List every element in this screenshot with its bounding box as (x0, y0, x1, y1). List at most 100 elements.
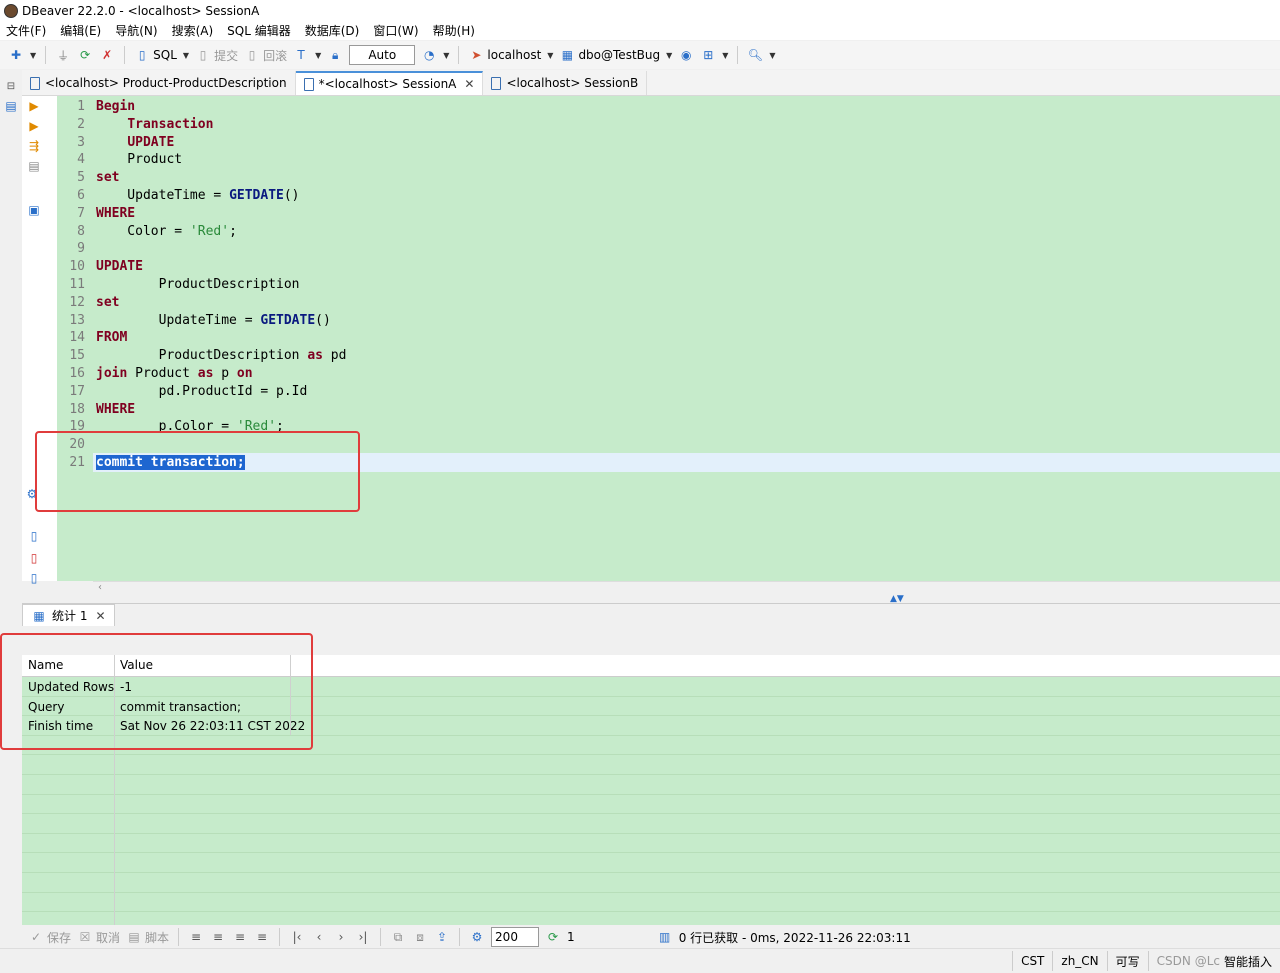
line-number: 9 (77, 241, 85, 257)
horizontal-scrollbar[interactable]: ‹ (93, 581, 1280, 595)
next-page-icon[interactable]: › (333, 929, 349, 945)
menu-edit[interactable]: 编辑(E) (60, 22, 101, 39)
save-script-icon[interactable]: ▯ (26, 570, 42, 586)
code-token: on (236, 366, 253, 381)
database-tasks-icon[interactable]: ⊞ (700, 47, 716, 63)
menu-file[interactable]: 文件(F) (6, 22, 46, 39)
menu-window[interactable]: 窗口(W) (373, 22, 418, 39)
rollback-button[interactable]: ▯ 回滚 (244, 47, 287, 64)
table-row[interactable] (22, 775, 1280, 795)
explain-plan-icon[interactable]: ▤ (26, 158, 42, 174)
script-button[interactable]: ▤ 脚本 (126, 929, 169, 946)
code-token: pd.ProductId = p.Id (96, 383, 308, 399)
fetch-settings-gear-icon[interactable]: ⚙ (469, 929, 485, 945)
code-line: UPDATE (96, 258, 143, 276)
transaction-mode-dropdown-icon[interactable]: ▼ (315, 51, 321, 60)
history-icon[interactable]: ◔ (421, 47, 437, 63)
transaction-mode-icon[interactable]: T (293, 47, 309, 63)
scroll-left-icon[interactable]: ‹ (98, 582, 102, 593)
code-token: Color = (96, 223, 190, 239)
code-line: pd.ProductId = p.Id (96, 383, 308, 401)
fetch-size-input[interactable]: 200 (491, 927, 540, 947)
export-data-icon[interactable]: ⇪ (434, 929, 450, 945)
editor-tab-bar: <localhost> Product-ProductDescription *… (22, 70, 1280, 96)
table-row[interactable] (22, 755, 1280, 775)
tab-product-productdescription[interactable]: <localhost> Product-ProductDescription (22, 71, 296, 95)
sql-script-icon (30, 76, 40, 90)
last-page-icon[interactable]: ›| (355, 929, 371, 945)
schema-dropdown-icon[interactable]: ▼ (666, 51, 672, 60)
terminal-icon[interactable]: ▣ (26, 202, 42, 218)
code-token: Begin (96, 99, 136, 114)
timezone: CST (1012, 951, 1052, 971)
connection-dropdown-icon[interactable]: ▼ (547, 51, 553, 60)
table-row[interactable] (22, 795, 1280, 815)
table-row[interactable] (22, 873, 1280, 893)
line-number: 4 (77, 152, 85, 168)
connect-icon[interactable]: ⏚ (55, 47, 71, 63)
commit-icon: ▯ (199, 48, 207, 62)
results-toolbar: ✓ 保存 ☒ 取消 ▤ 脚本 ≡ ≡ ≡ ≡ |‹ ‹ › ›| ⧉ ⧈ ⇪ ⚙… (22, 926, 1280, 948)
close-icon[interactable]: ✕ (95, 609, 105, 623)
table-row[interactable] (22, 834, 1280, 854)
export-icon[interactable]: ▯ (26, 528, 42, 544)
code-token: Transaction (127, 116, 214, 132)
tab-sessionb[interactable]: <localhost> SessionB (483, 71, 648, 95)
fetch-next-icon[interactable]: ⧉ (390, 929, 406, 945)
sql-dropdown-icon[interactable]: ▼ (183, 51, 189, 60)
code-line: UPDATE (96, 134, 174, 152)
execute-in-new-tab-icon[interactable]: ▶ (26, 118, 42, 134)
disconnect-icon[interactable]: ✗ (99, 47, 115, 63)
first-page-icon[interactable]: |‹ (289, 929, 305, 945)
panel-splitter[interactable]: ▲▼ (22, 594, 1280, 604)
active-schema-selector[interactable]: ▦ dbo@TestBug (559, 47, 660, 63)
restore-icon[interactable]: ⊟ (3, 78, 19, 94)
tab-sessiona[interactable]: *<localhost> SessionA ✕ (295, 71, 484, 95)
edit-cell-icon[interactable]: ≡ (188, 929, 204, 945)
code-token: () (283, 188, 300, 203)
search-dropdown-icon[interactable]: ▼ (769, 51, 775, 60)
table-row[interactable] (22, 893, 1280, 913)
load-script-icon[interactable]: ▯ (26, 550, 42, 566)
sql-script-icon: ▯ (138, 48, 146, 62)
execute-statement-icon[interactable]: ▶ (26, 98, 42, 114)
fetch-all-icon[interactable]: ⧈ (412, 929, 428, 945)
search-icon[interactable]: 🔍︎ (747, 47, 763, 63)
new-connection-icon[interactable]: ✚ (8, 47, 24, 63)
copy-row-icon[interactable]: ≡ (232, 929, 248, 945)
auto-commit-box[interactable]: Auto (349, 45, 416, 65)
tasks-dropdown-icon[interactable]: ▼ (722, 51, 728, 60)
line-number: 10 (69, 259, 85, 275)
invalidate-reconnect-icon[interactable]: ⟳ (77, 47, 93, 63)
delete-row-icon[interactable]: ≡ (254, 929, 270, 945)
history-dropdown-icon[interactable]: ▼ (443, 51, 449, 60)
dashboard-icon[interactable]: ◉ (678, 47, 694, 63)
table-row[interactable] (22, 853, 1280, 873)
navigator-icon[interactable]: ▤ (3, 98, 19, 114)
new-connection-dropdown-icon[interactable]: ▼ (30, 51, 36, 60)
fetch-status-icon: ▥ (659, 930, 671, 944)
active-connection-selector[interactable]: ➤ localhost (468, 47, 541, 63)
menu-search[interactable]: 搜索(A) (172, 22, 214, 39)
main-toolbar: ✚ ▼ ⏚ ⟳ ✗ ▯ SQL ▼ ▯ 提交 ▯ 回滚 T ▼ 🔒︎ Auto … (0, 41, 1280, 69)
sql-editor-button[interactable]: ▯ SQL (134, 47, 177, 63)
menu-navigate[interactable]: 导航(N) (115, 22, 157, 39)
menu-database[interactable]: 数据库(D) (305, 22, 360, 39)
maximize-arrows-icon[interactable]: ▲▼ (890, 594, 904, 604)
refresh-icon[interactable]: ⟳ (545, 929, 561, 945)
lock-icon[interactable]: 🔒︎ (327, 47, 343, 63)
cancel-button[interactable]: ☒ 取消 (77, 929, 120, 946)
save-button[interactable]: ✓ 保存 (28, 929, 71, 946)
previous-page-icon[interactable]: ‹ (311, 929, 327, 945)
commit-button[interactable]: ▯ 提交 (195, 47, 238, 64)
execute-script-icon[interactable]: ⇶ (26, 138, 42, 154)
close-icon[interactable]: ✕ (464, 77, 474, 91)
menu-help[interactable]: 帮助(H) (433, 22, 475, 39)
code-token: pd (322, 348, 347, 364)
tab-statistics[interactable]: ▦ 统计 1 ✕ (22, 604, 115, 626)
code-token: () (315, 312, 331, 328)
table-row[interactable] (22, 814, 1280, 834)
fetch-status: 0 行已获取 - 0ms, 2022-11-26 22:03:11 (678, 930, 911, 945)
add-row-icon[interactable]: ≡ (210, 929, 226, 945)
menu-sql-editor[interactable]: SQL 编辑器 (227, 22, 291, 39)
